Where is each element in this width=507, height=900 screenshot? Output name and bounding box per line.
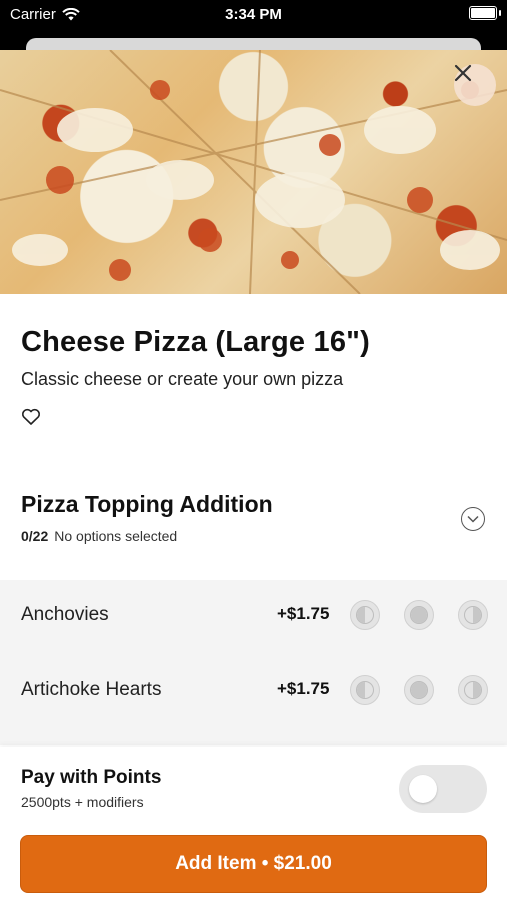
right-half-icon [464, 681, 482, 699]
left-half-icon [356, 681, 374, 699]
left-half-button[interactable] [350, 600, 380, 630]
list-item: Artichoke Hearts +$1.75 [0, 661, 507, 721]
whole-icon [410, 681, 428, 699]
topping-section-status: 0/22 No options selected [21, 528, 177, 544]
topping-section-title: Pizza Topping Addition [21, 491, 273, 517]
pizza-slice-lines [0, 50, 507, 294]
list-item: Anchovies +$1.75 [0, 586, 507, 646]
option-price: +$1.75 [277, 679, 330, 698]
status-bar: Carrier 3:34 PM [0, 0, 507, 34]
add-item-button[interactable]: Add Item • $21.00 [20, 835, 487, 893]
option-price: +$1.75 [277, 604, 330, 623]
battery-icon [469, 6, 501, 20]
item-detail-sheet: Cheese Pizza (Large 16") Classic cheese … [0, 50, 507, 900]
left-half-button[interactable] [350, 675, 380, 705]
option-name: Artichoke Hearts [21, 679, 162, 700]
close-button[interactable] [454, 64, 496, 106]
whole-button[interactable] [404, 600, 434, 630]
right-half-icon [464, 606, 482, 624]
topping-options-list: Anchovies +$1.75 Artichoke Hearts +$1.75 [0, 580, 507, 745]
pizza-image [0, 50, 507, 294]
clock: 3:34 PM [225, 6, 282, 23]
item-description: Classic cheese or create your own pizza [21, 369, 344, 389]
heart-icon[interactable] [21, 408, 41, 426]
chevron-down-icon [467, 515, 479, 523]
whole-icon [410, 606, 428, 624]
whole-button[interactable] [404, 675, 434, 705]
pay-with-points-toggle[interactable] [399, 765, 487, 813]
pay-with-points-label: Pay with Points [21, 767, 162, 788]
points-cost: 2500pts + modifiers [21, 794, 144, 810]
right-half-button[interactable] [458, 600, 488, 630]
checkout-bar: Pay with Points 2500pts + modifiers Add … [0, 747, 507, 900]
item-title: Cheese Pizza (Large 16") [21, 326, 370, 358]
selection-count: 0/22 [21, 528, 49, 544]
selection-status: No options selected [54, 528, 178, 544]
section-collapse-button[interactable] [461, 507, 485, 531]
left-half-icon [356, 606, 374, 624]
option-name: Anchovies [21, 604, 109, 625]
toggle-knob [409, 775, 437, 803]
right-half-button[interactable] [458, 675, 488, 705]
close-icon [454, 64, 472, 82]
